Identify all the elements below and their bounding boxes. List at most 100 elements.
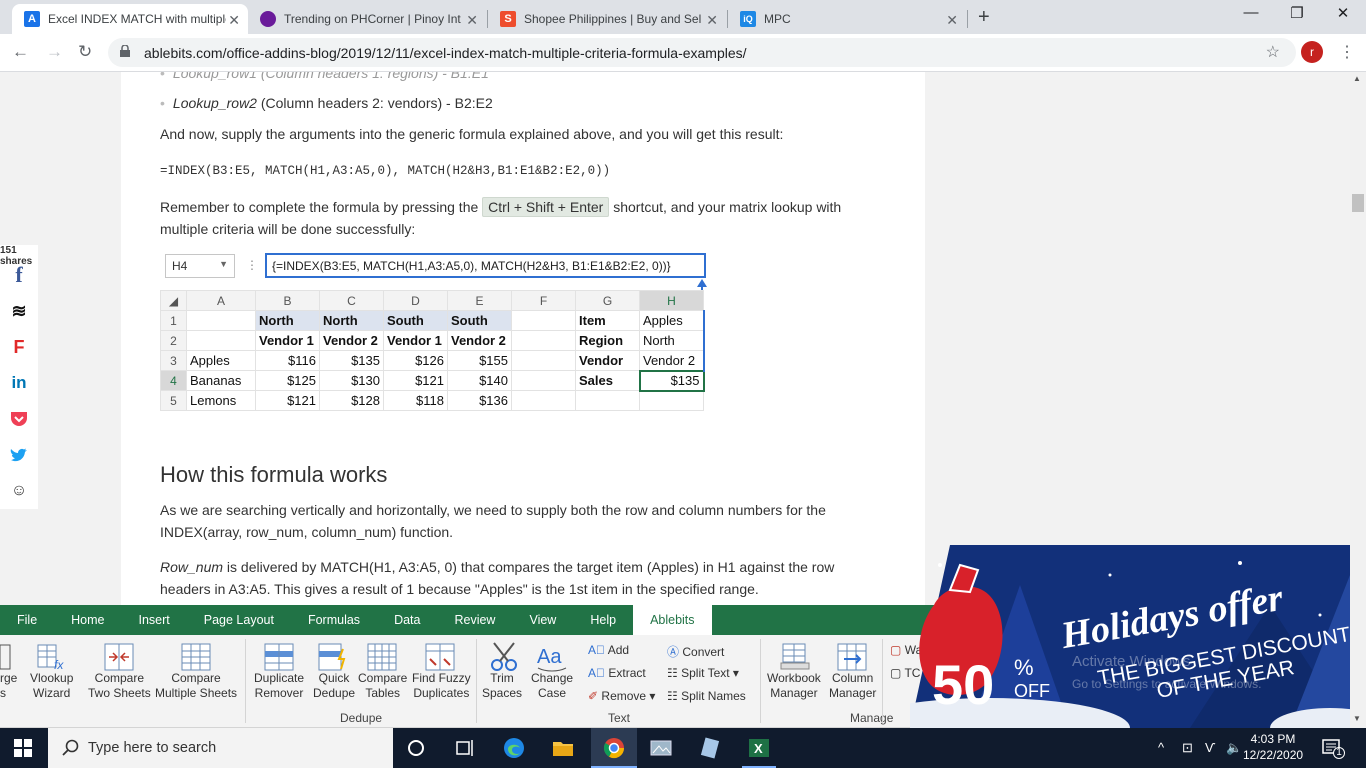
tab-file[interactable]: File	[0, 613, 54, 627]
tab-excel-index-match[interactable]: A Excel INDEX MATCH with multiple ✕	[12, 4, 248, 34]
add-text-icon: A⃞	[588, 643, 606, 657]
network-icon[interactable]: ⊡	[1182, 740, 1193, 756]
close-window-icon[interactable]: ✕	[1320, 4, 1366, 22]
promo-percent-sign: %	[1014, 655, 1034, 680]
page-scrollbar[interactable]	[1350, 72, 1366, 728]
forward-icon[interactable]: →	[46, 42, 63, 62]
convert-button[interactable]: Ⓐ Convert	[667, 643, 724, 660]
promo-percent: 50	[932, 653, 995, 716]
selected-cell: $135	[638, 369, 705, 392]
share-sidebar: 151 shares f ≋ F in ☺	[0, 245, 38, 509]
find-fuzzy-duplicates-button[interactable]: Find Fuzzy Duplicates	[412, 671, 471, 701]
split-text-button[interactable]: ☷ Split Text ▾	[667, 666, 739, 680]
scrollbar-thumb[interactable]	[1352, 194, 1364, 212]
system-clock[interactable]: 4:03 PM 12/22/2020	[1243, 731, 1303, 763]
quick-dedupe-icon	[318, 643, 346, 671]
quick-dedupe-button[interactable]: Quick Dedupe	[313, 671, 355, 701]
chrome-taskbar-button[interactable]	[591, 728, 637, 768]
tray-overflow-icon[interactable]: ^	[1158, 740, 1164, 755]
merge-button[interactable]: rge s	[0, 671, 17, 701]
new-tab-icon[interactable]: +	[978, 6, 990, 29]
tab-ablebits[interactable]: Ablebits	[633, 605, 712, 635]
chrome-icon	[603, 738, 625, 759]
tab-shopee[interactable]: S Shopee Philippines | Buy and Sel ✕	[488, 4, 726, 34]
change-case-button[interactable]: Change Case	[531, 671, 573, 701]
bookmark-star-icon[interactable]: ☆	[1266, 42, 1280, 62]
add-button[interactable]: A⃞ Add	[588, 643, 629, 657]
url-text: ablebits.com/office-addins-blog/2019/12/…	[144, 44, 747, 61]
tab-mpc[interactable]: iQ MPC ✕	[728, 4, 966, 34]
extract-button[interactable]: A⃞ Extract	[588, 666, 646, 680]
taskbar-search-box[interactable]: Type here to search	[48, 728, 393, 768]
volume-icon[interactable]: 🔈	[1226, 740, 1242, 756]
minimize-icon[interactable]: —	[1228, 4, 1274, 21]
bullet-2: • Lookup_row2 (Column headers 2: vendors)…	[160, 95, 493, 111]
excel-icon[interactable]: X	[747, 736, 771, 760]
task-view-icon[interactable]	[453, 736, 477, 760]
tab-home[interactable]: Home	[54, 613, 121, 627]
tab-insert[interactable]: Insert	[122, 613, 187, 627]
back-icon[interactable]: ←	[12, 42, 29, 62]
section-heading: How this formula works	[160, 462, 388, 487]
tab-help[interactable]: Help	[573, 613, 633, 627]
tab-page-layout[interactable]: Page Layout	[187, 613, 291, 627]
linkedin-icon[interactable]: in	[0, 365, 38, 401]
profile-avatar[interactable]: r	[1301, 41, 1323, 63]
close-tab-icon[interactable]: ✕	[946, 12, 958, 29]
clock-time: 4:03 PM	[1250, 732, 1296, 746]
remove-button[interactable]: ✐ Remove ▾	[588, 689, 655, 703]
close-tab-icon[interactable]: ✕	[228, 12, 240, 29]
file-explorer-icon[interactable]	[551, 736, 575, 760]
activate-windows-watermark: Activate Windows	[1072, 653, 1191, 670]
compare-tables-button[interactable]: Compare Tables	[358, 671, 407, 701]
lock-icon	[120, 45, 130, 57]
close-tab-icon[interactable]: ✕	[466, 12, 478, 29]
vlookup-wizard-button[interactable]: Vlookup Wizard	[30, 671, 73, 701]
mpc-favicon-icon: iQ	[740, 11, 756, 27]
buffer-icon[interactable]: ≋	[0, 293, 38, 329]
duplicate-remover-icon	[264, 643, 294, 671]
close-tab-icon[interactable]: ✕	[706, 12, 718, 29]
vlookup-icon: fx	[37, 644, 64, 672]
notepad-icon[interactable]	[698, 736, 722, 760]
restore-icon[interactable]: ❐	[1274, 4, 1320, 22]
compare-two-sheets-button[interactable]: Compare Two Sheets	[88, 671, 151, 701]
screenshot-app-icon[interactable]	[649, 736, 673, 760]
clock-date: 12/22/2020	[1243, 748, 1304, 762]
scroll-up-icon[interactable]: ▲	[1353, 74, 1361, 83]
notification-badge: 1	[1333, 747, 1345, 759]
tab-review[interactable]: Review	[437, 613, 512, 627]
trim-spaces-button[interactable]: Trim Spaces	[482, 671, 522, 701]
flipboard-icon[interactable]: F	[0, 329, 38, 365]
table-row: 3 Apples $116 $135 $126 $155 Vendor Vend…	[160, 350, 705, 371]
column-manager-button[interactable]: Column Manager	[829, 671, 876, 701]
shopee-favicon-icon: S	[500, 11, 516, 27]
tab-formulas[interactable]: Formulas	[291, 613, 377, 627]
workbook-manager-button[interactable]: Workbook Manager	[767, 671, 821, 701]
windows-start-icon[interactable]	[14, 739, 32, 757]
tab-data[interactable]: Data	[377, 613, 437, 627]
notification-center-icon[interactable]: 1	[1322, 739, 1345, 759]
corner-cell: ◢	[160, 290, 187, 311]
svg-text:fx: fx	[54, 658, 64, 672]
tab-phcorner[interactable]: Trending on PHCorner | Pinoy Int ✕	[248, 4, 486, 34]
address-bar[interactable]: ablebits.com/office-addins-blog/2019/12/…	[108, 38, 1296, 67]
tab-title: Shopee Philippines | Buy and Sel	[524, 12, 702, 26]
twitter-icon[interactable]	[0, 437, 38, 473]
pocket-icon[interactable]	[0, 401, 38, 437]
edge-icon[interactable]	[502, 736, 526, 760]
more-icon: ⋮	[246, 258, 258, 272]
cortana-icon[interactable]	[404, 736, 428, 760]
holidays-offer-banner[interactable]: Holidays offer THE BIGGEST DISCOUNT OF T…	[910, 545, 1350, 728]
split-names-button[interactable]: ☷ Split Names	[667, 689, 746, 703]
workbook-manager-icon	[780, 643, 810, 670]
tab-view[interactable]: View	[512, 613, 573, 627]
scroll-down-icon[interactable]: ▼	[1353, 714, 1361, 723]
reload-icon[interactable]: ↻	[78, 42, 92, 62]
duplicate-remover-button[interactable]: Duplicate Remover	[254, 671, 304, 701]
reddit-icon[interactable]: ☺	[0, 473, 38, 509]
chrome-menu-icon[interactable]: ⋮	[1339, 42, 1355, 62]
compare-multiple-sheets-button[interactable]: Compare Multiple Sheets	[155, 671, 237, 701]
tray-app-icon[interactable]: Ѵ	[1205, 740, 1215, 755]
merge-icon	[0, 644, 11, 670]
